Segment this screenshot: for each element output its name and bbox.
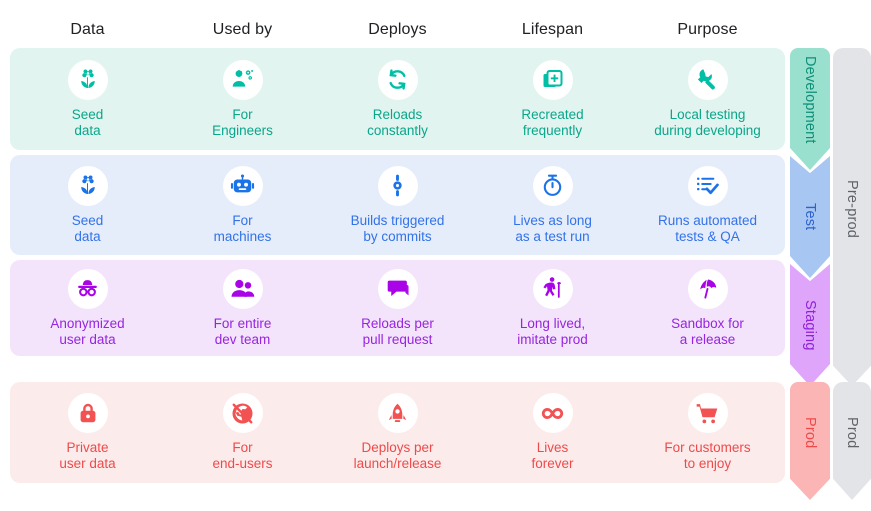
cell-development-lifespan: Recreated frequently bbox=[475, 59, 630, 139]
shopping-cart-icon bbox=[687, 393, 728, 433]
environments-comparison-diagram: Data Used by Deploys Lifespan Purpose Se… bbox=[0, 0, 871, 511]
cell-label: Builds triggered by commits bbox=[350, 212, 445, 244]
stage-chevron-test: Test bbox=[790, 156, 830, 278]
cell-label: Lives as long as a test run bbox=[513, 212, 592, 244]
cell-development-deploys: Reloads constantly bbox=[320, 59, 475, 139]
group-chevron-label: Prod bbox=[844, 417, 860, 449]
cell-label: For entire dev team bbox=[213, 315, 272, 347]
cell-label: For Engineers bbox=[212, 106, 273, 138]
column-header-purpose: Purpose bbox=[677, 21, 738, 38]
cell-prod-deploys: Deploys per launch/release bbox=[320, 393, 475, 472]
column-headers: Data Used by Deploys Lifespan Purpose bbox=[10, 14, 785, 46]
flower-seedling-icon bbox=[67, 59, 108, 100]
stopwatch-icon bbox=[532, 165, 573, 206]
robot-icon bbox=[222, 165, 263, 206]
group-chevron-pre-prod: Pre-prod bbox=[833, 48, 871, 386]
stage-chevron-label: Development bbox=[802, 56, 818, 144]
cell-label: Seed data bbox=[71, 106, 104, 138]
cell-label: Reloads per pull request bbox=[361, 315, 434, 347]
stage-chevron-prod: Prod bbox=[790, 382, 830, 500]
stage-chevron-label: Prod bbox=[802, 417, 818, 449]
cell-test-purpose: Runs automated tests & QA bbox=[630, 165, 785, 245]
cell-test-used-by: For machines bbox=[165, 165, 320, 245]
cell-test-data: Seed data bbox=[10, 165, 165, 245]
cell-test-lifespan: Lives as long as a test run bbox=[475, 165, 630, 245]
beach-umbrella-icon bbox=[687, 268, 728, 309]
group-chevron-prod: Prod bbox=[833, 382, 871, 500]
stage-chevron-label: Staging bbox=[802, 299, 818, 351]
infinity-icon bbox=[532, 393, 573, 433]
column-header-deploys: Deploys bbox=[368, 21, 427, 38]
cell-prod-data: Private user data bbox=[10, 393, 165, 472]
chat-bubbles-icon bbox=[377, 268, 418, 309]
column-header-data: Data bbox=[70, 21, 105, 38]
flower-seedling-icon bbox=[67, 165, 108, 206]
padlock-locked-icon bbox=[67, 393, 108, 433]
checklist-check-icon bbox=[687, 165, 728, 206]
column-header-used-by: Used by bbox=[212, 21, 273, 38]
elderly-person-cane-icon bbox=[532, 268, 573, 309]
cell-prod-used-by: For end-users bbox=[165, 393, 320, 472]
group-chevron-label: Pre-prod bbox=[844, 179, 860, 238]
incognito-hat-glasses-icon bbox=[67, 268, 108, 309]
people-group-icon bbox=[222, 268, 263, 309]
engineer-person-gears-icon bbox=[222, 59, 263, 100]
cell-label: Private user data bbox=[59, 440, 116, 471]
cell-label: Runs automated tests & QA bbox=[657, 212, 758, 244]
cell-development-purpose: Local testing during developing bbox=[630, 59, 785, 139]
row-prod: Private user data For end-users Deploys … bbox=[10, 382, 785, 483]
row-test: Seed data For machines Builds triggered … bbox=[10, 155, 785, 255]
row-development: Seed data For Engineers Reloads constant… bbox=[10, 48, 785, 150]
cell-label: Recreated frequently bbox=[521, 106, 584, 138]
cell-label: Lives forever bbox=[531, 440, 574, 471]
cell-label: Local testing during developing bbox=[654, 106, 761, 138]
commit-node-icon bbox=[377, 165, 418, 206]
cell-label: Anonymized user data bbox=[50, 315, 125, 347]
cell-label: For customers to enjoy bbox=[664, 440, 751, 471]
wrench-screwdriver-icon bbox=[687, 59, 728, 100]
cell-prod-lifespan: Lives forever bbox=[475, 393, 630, 472]
cell-label: Long lived, imitate prod bbox=[517, 315, 588, 347]
cell-label: Sandbox for a release bbox=[671, 315, 744, 347]
cell-test-deploys: Builds triggered by commits bbox=[320, 165, 475, 245]
cell-label: For machines bbox=[213, 212, 272, 244]
cell-staging-lifespan: Long lived, imitate prod bbox=[475, 268, 630, 348]
stage-chevron-development: Development bbox=[790, 48, 830, 170]
cell-staging-used-by: For entire dev team bbox=[165, 268, 320, 348]
duplicate-add-icon bbox=[532, 59, 573, 100]
cell-label: Seed data bbox=[71, 212, 104, 244]
cell-staging-deploys: Reloads per pull request bbox=[320, 268, 475, 348]
stage-chevron-label: Test bbox=[802, 203, 818, 231]
cell-staging-data: Anonymized user data bbox=[10, 268, 165, 348]
cell-label: Reloads constantly bbox=[367, 106, 428, 138]
cell-label: Deploys per launch/release bbox=[353, 440, 442, 471]
refresh-loop-icon bbox=[377, 59, 418, 100]
cell-prod-purpose: For customers to enjoy bbox=[630, 393, 785, 472]
cell-staging-purpose: Sandbox for a release bbox=[630, 268, 785, 348]
stage-chevron-staging: Staging bbox=[790, 264, 830, 386]
cell-development-used-by: For Engineers bbox=[165, 59, 320, 139]
row-staging: Anonymized user data For entire dev team bbox=[10, 260, 785, 356]
rocket-launch-icon bbox=[377, 393, 418, 433]
cell-development-data: Seed data bbox=[10, 59, 165, 139]
cell-label: For end-users bbox=[212, 440, 273, 471]
globe-public-icon bbox=[222, 393, 263, 433]
column-header-lifespan: Lifespan bbox=[521, 21, 584, 38]
